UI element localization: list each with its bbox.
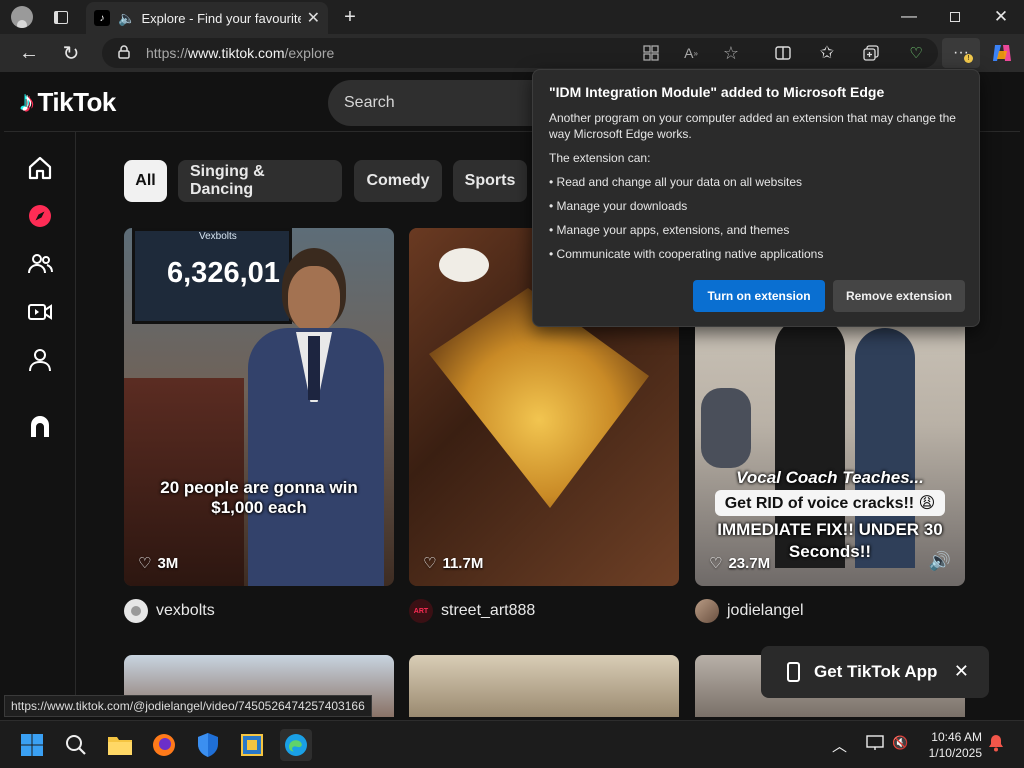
permission-item: • Communicate with cooperating native ap… <box>549 247 824 261</box>
tiktok-note-icon: ♪ <box>20 86 34 117</box>
copilot-icon[interactable] <box>990 42 1014 64</box>
close-window-icon[interactable]: ✕ <box>988 4 1014 30</box>
like-count: ♡ 3M <box>138 554 179 573</box>
collections-icon[interactable] <box>860 42 882 64</box>
video-caption: 20 people are gonna win $1,000 each <box>160 478 358 517</box>
video-caption-line-2: Get RID of voice cracks!! 😩 <box>715 490 945 516</box>
plate-shape <box>439 248 489 282</box>
windows-taskbar: ︿ 🔇 10:46 AM 1/10/2025 <box>0 720 1024 768</box>
heart-icon: ♡ <box>138 555 152 572</box>
notification-bell-icon[interactable] <box>988 734 1004 757</box>
tiktok-sidebar <box>4 132 76 717</box>
person-figure <box>701 388 751 468</box>
new-tab-icon[interactable]: + <box>338 4 362 30</box>
favorites-icon[interactable]: ✩ <box>816 42 838 64</box>
url-host: www.tiktok.com <box>188 45 285 61</box>
video-caption-line-3: IMMEDIATE FIX!! UNDER 30 <box>717 520 943 539</box>
permission-item: • Read and change all your data on all w… <box>549 175 803 189</box>
popup-can-label: The extension can: <box>549 151 651 165</box>
get-app-label: Get TikTok App <box>814 662 938 681</box>
back-icon[interactable]: ← <box>16 38 42 68</box>
popup-title: "IDM Integration Module" added to Micros… <box>549 84 885 100</box>
video-card[interactable]: Vexbolts 6,326,01 20 people are gonna wi… <box>124 228 394 586</box>
person-figure <box>230 248 384 586</box>
close-icon[interactable]: ✕ <box>954 661 969 682</box>
chevron-up-icon[interactable]: ︿ <box>832 735 847 756</box>
extension-added-popup: "IDM Integration Module" added to Micros… <box>532 69 980 327</box>
windows-start-icon[interactable] <box>16 729 48 761</box>
app-icon[interactable] <box>640 42 662 64</box>
like-count: ♡ 11.7M <box>423 554 484 573</box>
security-shield-icon[interactable] <box>192 729 224 761</box>
address-bar[interactable]: https://www.tiktok.com/explore <box>102 38 938 68</box>
category-all[interactable]: All <box>124 160 167 202</box>
file-explorer-icon[interactable] <box>104 729 136 761</box>
permission-item: • Manage your downloads <box>549 199 688 213</box>
warning-badge-icon: ! <box>964 54 973 63</box>
popup-body: Another program on your computer added a… <box>549 111 956 141</box>
close-tab-icon[interactable]: ✕ <box>307 8 320 28</box>
profile-icon[interactable] <box>26 346 54 374</box>
avatar <box>695 599 719 623</box>
browser-essentials-icon[interactable]: ♡ <box>904 42 928 64</box>
category-comedy[interactable]: Comedy <box>354 160 442 202</box>
url-path: /explore <box>284 45 335 61</box>
volume-icon[interactable]: 🔊 <box>929 551 951 572</box>
more-icon[interactable]: ··· ! <box>942 38 980 68</box>
home-icon[interactable] <box>26 154 54 182</box>
search-icon[interactable] <box>60 729 92 761</box>
browser-tab-bar: ♪ 🔈 Explore - Find your favourite ✕ + — … <box>0 0 1024 34</box>
tiktok-favicon-icon: ♪ <box>94 10 110 26</box>
heart-icon: ♡ <box>423 555 437 572</box>
video-author[interactable]: jodielangel <box>695 599 804 623</box>
following-icon[interactable] <box>26 250 54 278</box>
video-author[interactable]: ART street_art888 <box>409 599 535 623</box>
restore-icon[interactable] <box>942 4 968 30</box>
system-clock[interactable]: 10:46 AM 1/10/2025 <box>929 729 982 761</box>
avatar: ART <box>409 599 433 623</box>
logo-text: TikTok <box>37 86 117 117</box>
workspaces-icon[interactable] <box>48 4 74 30</box>
refresh-icon[interactable]: ↻ <box>58 38 84 68</box>
profile-icon[interactable] <box>8 4 36 30</box>
like-count: ♡ 23.7M <box>709 554 771 573</box>
category-singing-dancing[interactable]: Singing & Dancing <box>178 160 342 202</box>
turn-on-extension-button[interactable]: Turn on extension <box>693 280 825 312</box>
avatar <box>124 599 148 623</box>
clock-date: 1/10/2025 <box>928 746 982 760</box>
network-icon[interactable] <box>866 735 884 756</box>
get-app-banner[interactable]: Get TikTok App ✕ <box>761 646 989 698</box>
remove-extension-button[interactable]: Remove extension <box>833 280 965 312</box>
live-icon[interactable] <box>26 298 54 326</box>
split-screen-icon[interactable] <box>772 42 794 64</box>
favorite-icon[interactable]: ☆ <box>720 42 742 64</box>
permission-item: • Manage your apps, extensions, and them… <box>549 223 790 237</box>
edge-browser-icon[interactable] <box>280 729 312 761</box>
heart-icon: ♡ <box>709 555 723 572</box>
lock-icon[interactable] <box>118 45 130 59</box>
read-aloud-icon[interactable]: A» <box>680 42 702 64</box>
video-author[interactable]: vexbolts <box>124 599 215 623</box>
virtualbox-icon[interactable] <box>236 729 268 761</box>
explore-icon[interactable] <box>26 202 54 230</box>
tab-title: Explore - Find your favourite <box>141 10 302 26</box>
permission-list: • Read and change all your data on all w… <box>549 174 963 262</box>
status-url: https://www.tiktok.com/@jodielangel/vide… <box>4 695 372 717</box>
video-caption-line-1: Vocal Coach Teaches... <box>736 468 924 487</box>
minimize-icon[interactable]: — <box>896 4 922 30</box>
screen-name: Vexbolts <box>199 231 237 242</box>
tab-tiktok-explore[interactable]: ♪ 🔈 Explore - Find your favourite ✕ <box>86 2 328 34</box>
more-icon[interactable] <box>26 412 54 440</box>
clock-time: 10:46 AM <box>931 730 982 744</box>
category-sports[interactable]: Sports <box>453 160 527 202</box>
url-protocol: https:// <box>146 45 189 61</box>
phone-icon <box>787 662 800 682</box>
mute-icon[interactable]: 🔈 <box>118 10 135 27</box>
firefox-icon[interactable] <box>148 729 180 761</box>
tiktok-logo[interactable]: ♪ TikTok <box>20 86 116 118</box>
volume-muted-icon[interactable]: 🔇 <box>892 735 908 751</box>
video-card[interactable] <box>409 655 679 717</box>
